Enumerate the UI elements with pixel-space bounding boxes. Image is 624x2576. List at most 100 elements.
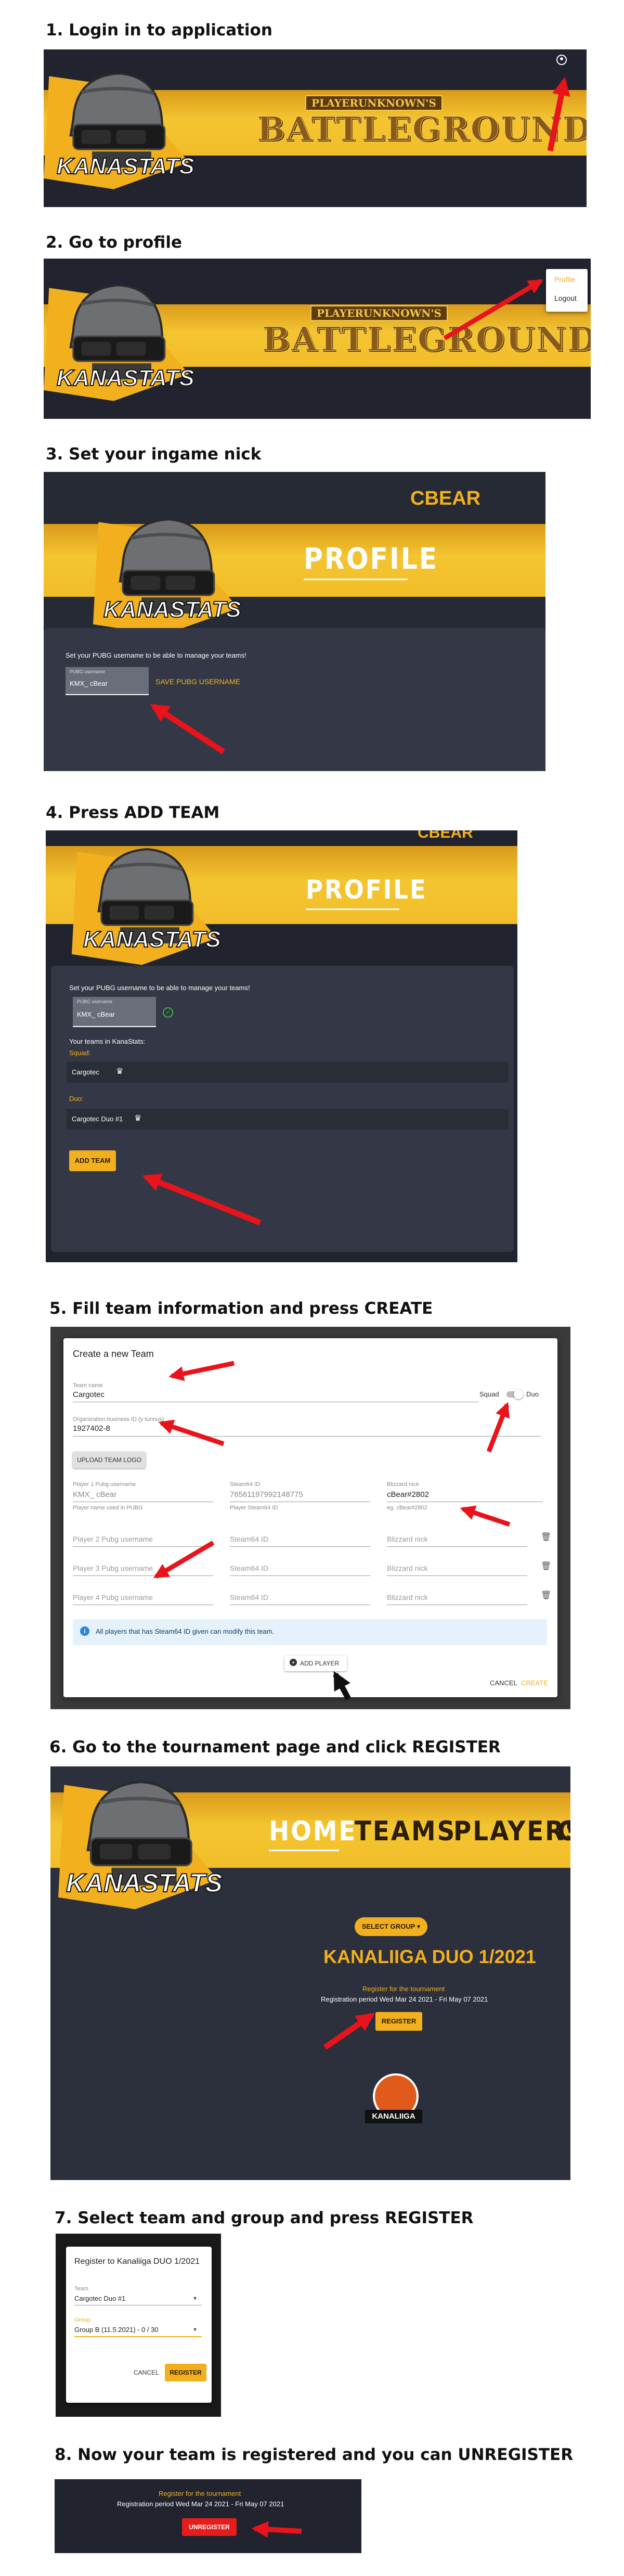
step-7-screenshot: Register to Kanaliiga DUO 1/2021 Team Ca… xyxy=(56,2234,221,2417)
squad-label: Squad: xyxy=(69,1049,91,1057)
step-4-screenshot: CBEAR KANASTATS PROFILE Set your PUBG us… xyxy=(46,830,517,1262)
step-2-screenshot: KANASTATS PLAYERUNKNOWN'S BATTLEGROUNDS P… xyxy=(44,259,591,419)
menu-item-profile[interactable]: Profile xyxy=(554,275,575,284)
delete-player-2-icon[interactable]: 🗑 xyxy=(541,1532,551,1542)
step-8-screenshot: Register for the tournament Registration… xyxy=(55,2479,361,2553)
player-4-pubg-input[interactable]: Player 4 Pubg username xyxy=(73,1593,153,1601)
profile-panel xyxy=(44,628,545,771)
step-1-title: 1. Login in to application xyxy=(46,21,272,40)
pubg-game-logo: PLAYERUNKNOWN'S BATTLEGROUNDS xyxy=(262,305,591,356)
chevron-down-icon: ▾ xyxy=(193,2295,197,2302)
register-heading: Register for the tournament xyxy=(362,1985,445,1993)
player-1-blizzard-input[interactable]: cBear#2802 xyxy=(387,1490,429,1499)
nav-more[interactable]: GA xyxy=(557,1816,570,1847)
info-icon: i xyxy=(80,1626,89,1636)
player-2-blizzard-input[interactable]: Blizzard nick xyxy=(387,1535,428,1543)
mode-squad-label: Squad xyxy=(479,1390,499,1398)
menu-item-logout[interactable]: Logout xyxy=(554,294,577,302)
nav-home[interactable]: HOME xyxy=(269,1816,357,1847)
player-3-blizzard-input[interactable]: Blizzard nick xyxy=(387,1564,428,1572)
create-team-dialog: Create a new Team Team name Cargotec Squ… xyxy=(63,1338,557,1697)
mode-toggle[interactable] xyxy=(506,1390,523,1399)
dialog-title: Create a new Team xyxy=(73,1349,154,1359)
player-2-steam-input[interactable]: Steam64 ID xyxy=(230,1535,268,1543)
instruction-text: Set your PUBG username to be able to man… xyxy=(69,984,250,992)
register-button[interactable]: REGISTER xyxy=(375,2012,422,2031)
kanastats-logo-text: KANASTATS xyxy=(66,1868,223,1898)
kanastats-logo xyxy=(58,1766,230,1933)
upload-team-logo-button[interactable]: UPLOAD TEAM LOGO xyxy=(73,1452,146,1468)
pubg-username-field[interactable]: PUBG username KMX_ cBear xyxy=(66,667,149,695)
info-alert: i All players that has Steam64 ID given … xyxy=(73,1619,547,1645)
add-team-button[interactable]: ADD TEAM xyxy=(69,1150,116,1171)
crown-icon: ♛ xyxy=(134,1114,142,1123)
kanastats-logo xyxy=(44,266,200,419)
tournament-title: KANALIIGA DUO 1/2021 xyxy=(323,1946,536,1967)
step-5-title: 5. Fill team information and press CREAT… xyxy=(49,1299,433,1318)
register-button[interactable]: REGISTER xyxy=(165,2364,206,2381)
step-7-title: 7. Select team and group and press REGIS… xyxy=(55,2209,474,2227)
step-5-screenshot: Create a new Team Team name Cargotec Squ… xyxy=(50,1327,570,1709)
save-pubg-username-button[interactable]: SAVE PUBG USERNAME xyxy=(155,677,240,686)
username-top: CBEAR xyxy=(410,488,481,509)
crown-icon: ♛ xyxy=(116,1067,124,1076)
register-heading: Register for the tournament xyxy=(159,2490,241,2497)
step-3-title: 3. Set your ingame nick xyxy=(46,445,262,464)
nav-teams[interactable]: TEAMS xyxy=(355,1816,456,1847)
chevron-down-icon: ▾ xyxy=(193,2326,197,2333)
pubg-game-logo: PLAYERUNKNOWN'S BATTLEGROUNDS xyxy=(257,95,587,146)
player-3-steam-input[interactable]: Steam64 ID xyxy=(230,1564,268,1572)
nav-players[interactable]: PLAYERS xyxy=(453,1816,570,1847)
delete-player-4-icon[interactable]: 🗑 xyxy=(541,1590,551,1600)
registration-period: Registration period Wed Mar 24 2021 - Fr… xyxy=(321,1995,488,2003)
instruction-text: Set your PUBG username to be able to man… xyxy=(66,651,246,659)
player-4-blizzard-input[interactable]: Blizzard nick xyxy=(387,1593,428,1601)
add-player-button[interactable]: + ADD PLAYER xyxy=(284,1656,347,1671)
step-4-title: 4. Press ADD TEAM xyxy=(46,803,220,822)
unregister-button[interactable]: UNREGISTER xyxy=(182,2518,237,2536)
kanastats-logo xyxy=(72,830,228,986)
kanastats-logo-text: KANASTATS xyxy=(56,153,195,180)
pubg-username-field[interactable]: PUBG username KMX_ cBear xyxy=(73,997,156,1027)
duo-label: Duo: xyxy=(69,1095,84,1103)
player-2-pubg-input[interactable]: Player 2 Pubg username xyxy=(73,1535,153,1543)
step-3-screenshot: CBEAR KANASTATS PROFILE Set your PUBG us… xyxy=(44,472,545,771)
group-select[interactable]: Group B (11.5.2021) - 0 / 30 xyxy=(74,2326,159,2334)
kanastats-logo-text: KANASTATS xyxy=(56,365,195,391)
kanastats-logo-text: KANASTATS xyxy=(103,596,242,623)
cancel-button[interactable]: CANCEL xyxy=(490,1679,517,1687)
registration-period: Registration period Wed Mar 24 2021 - Fr… xyxy=(117,2500,284,2508)
cancel-button[interactable]: CANCEL xyxy=(134,2369,159,2376)
page-heading: PROFILE xyxy=(306,875,427,905)
kanastats-logo xyxy=(44,55,200,207)
teams-heading: Your teams in KanaStats: xyxy=(69,1037,146,1045)
username-top: CBEAR xyxy=(418,830,473,841)
kanastats-logo-text: KANASTATS xyxy=(83,926,222,953)
verified-check-icon: ✓ xyxy=(163,1007,173,1018)
delete-player-3-icon[interactable]: 🗑 xyxy=(541,1561,551,1571)
squad-team-row[interactable]: Cargotec ♛ xyxy=(67,1062,509,1083)
create-button[interactable]: CREATE xyxy=(521,1679,548,1687)
step-1-screenshot: KANASTATS PLAYERUNKNOWN'S BATTLEGROUNDS xyxy=(44,49,587,207)
step-6-screenshot: KANASTATS HOME TEAMS PLAYERS GA SELECT G… xyxy=(50,1766,570,2180)
player-1-steam-input[interactable]: 76561197992148775 xyxy=(230,1490,303,1499)
plus-icon: + xyxy=(290,1659,297,1666)
dialog-title: Register to Kanaliiga DUO 1/2021 xyxy=(74,2257,200,2266)
select-group-dropdown[interactable]: SELECT GROUP ▾ xyxy=(355,1917,427,1936)
kanaliiga-partner-logo: KANALIIGA xyxy=(365,2073,422,2131)
player-3-pubg-input[interactable]: Player 3 Pubg username xyxy=(73,1564,153,1572)
mode-duo-label: Duo xyxy=(526,1390,539,1398)
team-name-input[interactable]: Cargotec xyxy=(73,1390,105,1399)
player-1-pubg-input[interactable]: KMX_ cBear xyxy=(73,1490,116,1499)
team-select[interactable]: Cargotec Duo #1 xyxy=(74,2295,125,2302)
register-dialog: Register to Kanaliiga DUO 1/2021 Team Ca… xyxy=(66,2247,212,2403)
player-4-steam-input[interactable]: Steam64 ID xyxy=(230,1593,268,1601)
org-id-input[interactable]: 1927402-8 xyxy=(73,1424,110,1433)
step-2-title: 2. Go to profile xyxy=(46,233,182,252)
page-heading: PROFILE xyxy=(304,542,439,576)
account-dropdown-menu: Profile Logout xyxy=(546,269,588,312)
duo-team-row[interactable]: Cargotec Duo #1 ♛ xyxy=(67,1109,509,1130)
step-8-title: 8. Now your team is registered and you c… xyxy=(55,2445,574,2464)
step-6-title: 6. Go to the tournament page and click R… xyxy=(49,1738,501,1757)
user-account-icon[interactable] xyxy=(556,55,567,65)
